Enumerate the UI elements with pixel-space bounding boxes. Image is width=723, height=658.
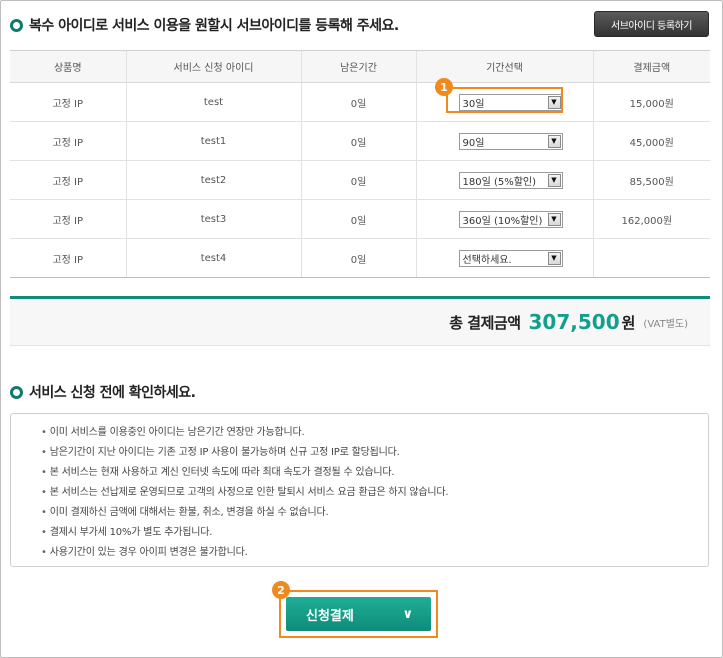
cell-remaining: 0일 <box>300 199 416 239</box>
table-row: 고정 IP test2 0일 180일 (5%할인) ▼ 85,500원 <box>10 160 710 200</box>
notice-item: 본 서비스는 선납제로 운영되므로 고객의 사정으로 인한 탈퇴시 서비스 요금… <box>41 483 708 503</box>
cell-remaining: 0일 <box>300 160 416 200</box>
highlight-box-period <box>446 87 563 113</box>
period-select[interactable]: 360일 (10%할인) ▼ <box>458 210 563 228</box>
notice-item: 남은기간이 지난 아이디는 기존 고정 IP 사용이 불가능하며 신규 고정 I… <box>41 443 708 463</box>
notice-item: 이미 서비스를 이용중인 아이디는 남은기간 연장만 가능합니다. <box>41 423 708 443</box>
service-table: 상품명 서비스 신청 아이디 남은기간 기간선택 결제금액 고정 IP test… <box>10 50 710 278</box>
cell-remaining: 0일 <box>300 121 416 161</box>
cell-product: 고정 IP <box>10 160 126 200</box>
table-row: 고정 IP test1 0일 90일 ▼ 45,000원 <box>10 121 710 161</box>
col-header-service-id: 서비스 신청 아이디 <box>125 50 301 83</box>
step-badge-1: 1 <box>435 78 453 96</box>
dropdown-arrow-icon[interactable]: ▼ <box>547 212 561 226</box>
total-label: 총 결제금액 <box>449 313 521 332</box>
highlight-box-apply: 신청결제 ∨ <box>279 590 438 638</box>
col-header-amount: 결제금액 <box>592 50 710 83</box>
period-select-value: 90일 <box>462 137 485 149</box>
col-header-remaining: 남은기간 <box>300 50 416 83</box>
cell-period: 180일 (5%할인) ▼ <box>415 160 593 200</box>
cell-period: 360일 (10%할인) ▼ <box>415 199 593 239</box>
circle-bullet-icon <box>10 385 23 399</box>
cell-product: 고정 IP <box>10 121 126 161</box>
period-select-value: 180일 (5%할인) <box>462 176 537 188</box>
period-select-value: 360일 (10%할인) <box>462 215 543 227</box>
notice-item: 사용기간이 있는 경우 아이피 변경은 불가합니다. <box>41 543 708 563</box>
period-select[interactable]: 선택하세요. ▼ <box>458 249 563 267</box>
chevron-down-icon: ∨ <box>402 606 413 622</box>
cell-amount <box>592 238 710 278</box>
cell-service-id: test4 <box>125 238 301 278</box>
dropdown-arrow-icon[interactable]: ▼ <box>547 134 561 148</box>
notice-box: 이미 서비스를 이용중인 아이디는 남은기간 연장만 가능합니다. 남은기간이 … <box>10 413 709 567</box>
cell-service-id: test3 <box>125 199 301 239</box>
apply-payment-button[interactable]: 신청결제 ∨ <box>286 597 431 631</box>
circle-bullet-icon <box>10 18 23 32</box>
cell-amount: 162,000원 <box>592 199 710 239</box>
col-header-product: 상품명 <box>10 50 126 83</box>
cell-amount: 85,500원 <box>592 160 710 200</box>
notice-item: 이미 결제하신 금액에 대해서는 환불, 취소, 변경을 하실 수 없습니다. <box>41 503 708 523</box>
total-amount: 307,500 <box>528 310 620 334</box>
vat-note: (VAT별도) <box>643 318 688 330</box>
section-title-text: 복수 아이디로 서비스 이용을 원할시 서브아이디를 등록해 주세요. <box>29 18 399 34</box>
cell-amount: 15,000원 <box>592 82 710 122</box>
cell-period: 90일 ▼ <box>415 121 593 161</box>
cell-remaining: 0일 <box>300 82 416 122</box>
total-unit: 원 <box>621 313 636 332</box>
period-select[interactable]: 180일 (5%할인) ▼ <box>458 171 563 189</box>
apply-payment-label: 신청결제 <box>306 608 354 624</box>
section-title-subid: 복수 아이디로 서비스 이용을 원할시 서브아이디를 등록해 주세요. <box>10 15 399 35</box>
cell-product: 고정 IP <box>10 238 126 278</box>
table-header-row: 상품명 서비스 신청 아이디 남은기간 기간선택 결제금액 <box>10 50 710 83</box>
section-title-text: 서비스 신청 전에 확인하세요. <box>29 385 196 401</box>
cell-product: 고정 IP <box>10 82 126 122</box>
table-row: 고정 IP test3 0일 360일 (10%할인) ▼ 162,000원 <box>10 199 710 239</box>
cell-service-id: test2 <box>125 160 301 200</box>
notice-item: 본 서비스는 현재 사용하고 계신 인터넷 속도에 따라 최대 속도가 결정될 … <box>41 463 708 483</box>
total-payment-bar: 총 결제금액 307,500 원 (VAT별도) <box>10 296 710 346</box>
cell-service-id: test <box>125 82 301 122</box>
cell-period: 선택하세요. ▼ <box>415 238 593 278</box>
section-title-notice: 서비스 신청 전에 확인하세요. <box>10 382 196 402</box>
cell-remaining: 0일 <box>300 238 416 278</box>
period-select-value: 선택하세요. <box>462 254 512 266</box>
cell-product: 고정 IP <box>10 199 126 239</box>
dropdown-arrow-icon[interactable]: ▼ <box>547 251 561 265</box>
register-sub-id-button[interactable]: 서브아이디 등록하기 <box>594 11 709 37</box>
table-row: 고정 IP test4 0일 선택하세요. ▼ <box>10 238 710 278</box>
period-select[interactable]: 90일 ▼ <box>458 132 563 150</box>
dropdown-arrow-icon[interactable]: ▼ <box>547 173 561 187</box>
table-row: 고정 IP test 0일 30일 ▼ 15,000원 <box>10 82 710 122</box>
step-badge-2: 2 <box>272 581 290 599</box>
cell-service-id: test1 <box>125 121 301 161</box>
notice-item: 결제시 부가세 10%가 별도 추가됩니다. <box>41 523 708 543</box>
cell-amount: 45,000원 <box>592 121 710 161</box>
